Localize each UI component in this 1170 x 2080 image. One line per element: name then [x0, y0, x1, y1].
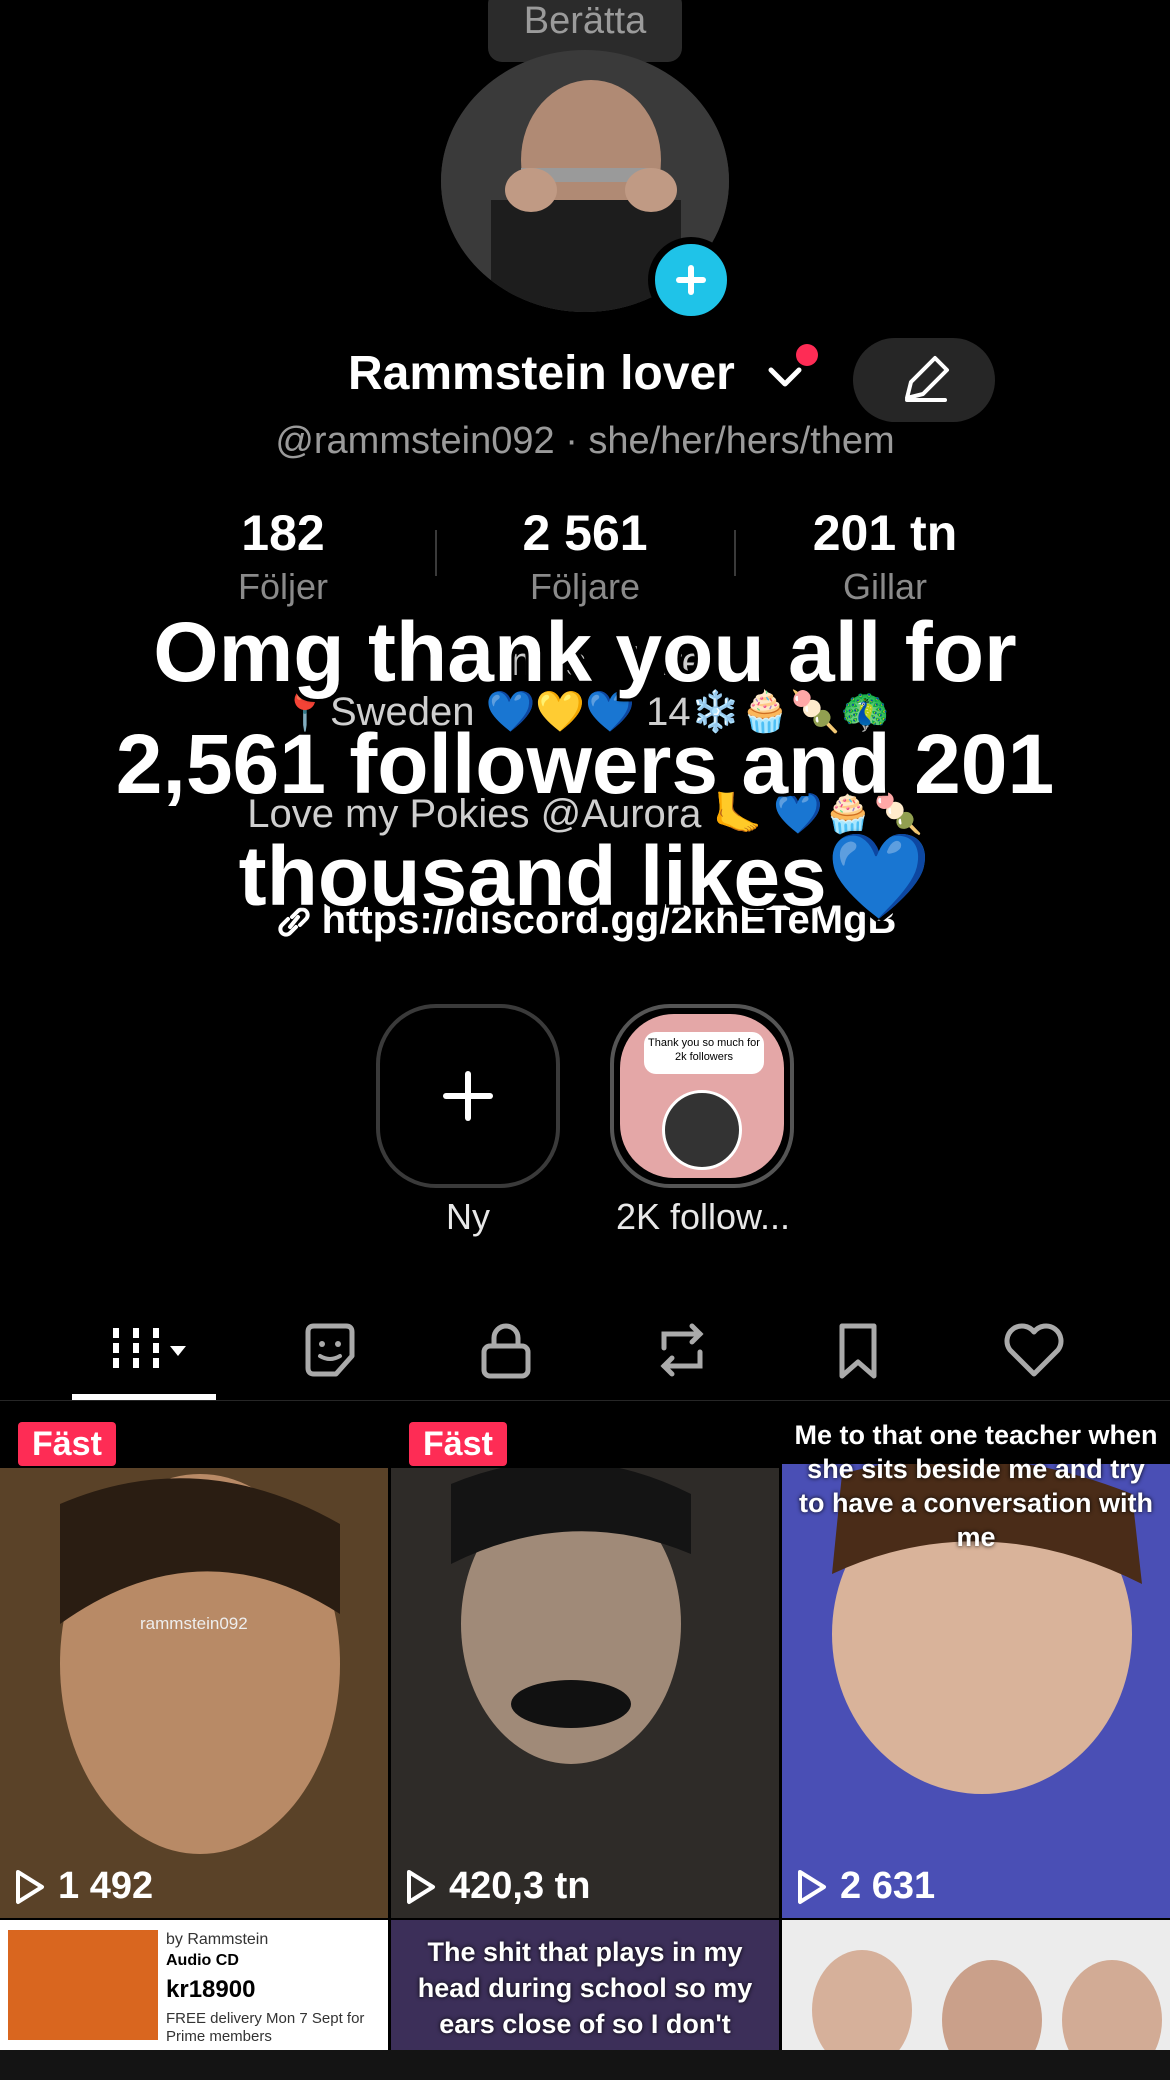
stat-value: 201 tn [812, 505, 958, 561]
stat-likes[interactable]: 201 tn Gillar [760, 504, 1010, 608]
chevron-down-icon[interactable] [765, 362, 805, 392]
album-cover [8, 1930, 158, 2040]
ad-by: by Rammstein [166, 1931, 269, 1948]
grid-icon [113, 1328, 186, 1372]
new-highlight-button[interactable] [376, 1004, 560, 1188]
thumbnail-caption: Me to that one teacher when she sits bes… [794, 1420, 1158, 1552]
stat-divider [435, 530, 437, 576]
ad-delivery: FREE delivery Mon 7 Sept for Prime membe… [166, 2010, 365, 2045]
add-avatar-button[interactable] [648, 237, 734, 323]
video-thumbnail[interactable] [782, 1920, 1170, 2050]
view-count: 2 631 [796, 1865, 935, 1908]
tab-saved[interactable] [798, 1300, 918, 1400]
tab-divider [0, 1400, 1170, 1401]
tab-private[interactable] [446, 1300, 566, 1400]
highlight-bubble: Thank you so much for 2k followers [644, 1032, 764, 1074]
watermark: rammstein092 [140, 1614, 248, 1633]
display-name[interactable]: Rammstein lover [348, 346, 735, 401]
lock-icon [481, 1323, 531, 1379]
stat-following[interactable]: 182 Följer [158, 504, 408, 608]
stat-value: 2 561 [522, 505, 648, 561]
ad-format: Audio CD [166, 1952, 239, 1969]
video-thumbnail[interactable]: The shit that plays in my head during sc… [391, 1920, 779, 2050]
stat-followers[interactable]: 2 561 Följare [460, 504, 710, 608]
thumbnail-image [391, 1464, 779, 1918]
play-icon [798, 1869, 826, 1904]
repost-icon [660, 1323, 704, 1377]
pinned-badge: Fäst [18, 1422, 116, 1466]
pencil-icon [905, 356, 949, 402]
play-icon [16, 1869, 44, 1904]
view-count: 1 492 [14, 1865, 153, 1908]
profile-tabs [0, 1300, 1170, 1400]
tab-videos[interactable] [84, 1300, 204, 1400]
highlight-thumb: Thank you so much for 2k followers [620, 1014, 784, 1178]
video-thumbnail[interactable]: Fäst 420,3 tn [391, 1404, 779, 1918]
stat-divider [734, 530, 736, 576]
view-count-text: 2 631 [840, 1865, 936, 1907]
tab-reposts-sticker[interactable] [270, 1300, 390, 1400]
thumbnail-caption: The shit that plays in my head during sc… [417, 1937, 753, 2039]
video-thumbnail[interactable]: by Rammstein Audio CD kr18900 FREE deliv… [0, 1920, 388, 2050]
username-pronouns: @rammstein092 · she/her/hers/them [275, 420, 895, 462]
pinned-badge: Fäst [409, 1422, 507, 1466]
highlight-label: Ny [446, 1196, 490, 1237]
heart-icon [1004, 1323, 1064, 1377]
bottom-navigation [0, 2050, 1170, 2080]
ad-price: kr18900 [166, 1976, 256, 2003]
view-count-text: 420,3 tn [449, 1865, 591, 1907]
view-count: 420,3 tn [405, 1865, 591, 1908]
overlay-caption: Omg thank you all for 2,561 followers an… [115, 605, 1055, 923]
video-thumbnail[interactable]: Fäst rammstein092 1 492 [0, 1404, 388, 1918]
bookmark-icon [839, 1323, 877, 1379]
tab-repost[interactable] [622, 1300, 742, 1400]
play-icon [407, 1869, 435, 1904]
highlight-avatar [662, 1090, 742, 1170]
stat-value: 182 [241, 505, 325, 561]
plus-icon [443, 1071, 493, 1121]
edit-profile-button[interactable] [853, 338, 995, 422]
notification-dot [796, 344, 818, 366]
highlight-label: 2K follow... [615, 1196, 791, 1237]
highlight-2k-followers[interactable]: Thank you so much for 2k followers [610, 1004, 794, 1188]
thumbnail-image [0, 1464, 388, 1918]
video-thumbnail[interactable]: Me to that one teacher when she sits bes… [782, 1404, 1170, 1918]
sticker-icon [305, 1323, 355, 1377]
view-count-text: 1 492 [58, 1865, 154, 1907]
thumbnail-image [782, 1920, 1170, 2050]
tab-liked[interactable] [974, 1300, 1094, 1400]
